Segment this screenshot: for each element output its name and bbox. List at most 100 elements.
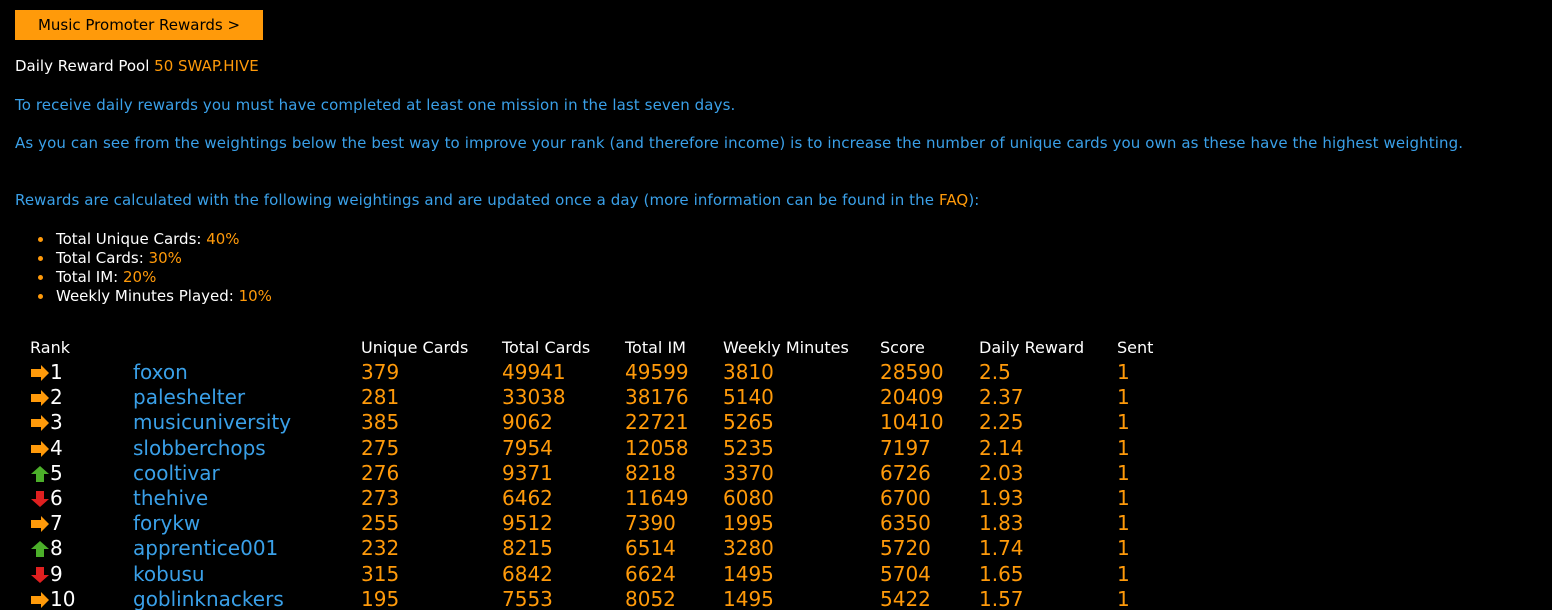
user-link[interactable]: forykw	[133, 511, 200, 536]
table-row: 8 apprentice001 232 8215 6514 3280 5720 1.74 1	[0, 536, 1552, 561]
table-row: 10 goblinknackers 195 7553 8052 1495 5422 1.57 1	[0, 587, 1552, 610]
daily-reward-value: 2.37	[979, 385, 1024, 410]
arrow-right-icon	[31, 516, 49, 533]
user-link[interactable]: musicuniversity	[133, 410, 291, 435]
weekly-minutes-value: 1495	[723, 586, 774, 610]
music-promoter-rewards-button[interactable]: Music Promoter Rewards >	[15, 10, 263, 40]
total-cards-value: 7954	[502, 435, 553, 460]
table-row: 6 thehive 273 6462 11649 6080 6700 1.93 1	[0, 486, 1552, 511]
arrow-up-icon	[31, 541, 49, 558]
score-value: 6350	[880, 511, 931, 536]
total-cards-value: 6842	[502, 561, 553, 586]
sent-value: 1	[1117, 435, 1130, 460]
header-total-im: Total IM	[625, 338, 686, 357]
user-link[interactable]: kobusu	[133, 562, 205, 587]
total-cards-value: 6462	[502, 486, 553, 510]
weighting-label: Total IM:	[56, 268, 119, 286]
score-value: 5704	[880, 561, 931, 586]
weekly-minutes-value: 5235	[723, 435, 774, 460]
unique-cards-value: 379	[361, 360, 400, 384]
weighting-total-cards: Total Cards: 30%	[36, 249, 272, 268]
daily-reward-pool: Daily Reward Pool 50 SWAP.HIVE	[15, 57, 259, 75]
total-cards-value: 8215	[502, 536, 553, 561]
info-weightings-text: Rewards are calculated with the followin…	[15, 191, 939, 209]
sent-value: 1	[1117, 460, 1130, 485]
daily-reward-value: 1.74	[979, 536, 1024, 561]
user-link[interactable]: foxon	[133, 360, 188, 385]
total-im-value: 6514	[625, 536, 676, 561]
header-daily-reward: Daily Reward	[979, 338, 1085, 357]
weighting-unique-cards: Total Unique Cards: 40%	[36, 230, 272, 249]
info-rank-advice: As you can see from the weightings below…	[15, 134, 1464, 152]
rank-value: 10	[50, 586, 76, 610]
score-value: 28590	[880, 360, 944, 384]
weightings-list: Total Unique Cards: 40% Total Cards: 30%…	[36, 230, 272, 306]
unique-cards-value: 255	[361, 511, 400, 536]
rank-value: 4	[50, 435, 63, 460]
rank-value: 3	[50, 410, 63, 435]
info-weightings-end: ):	[968, 191, 980, 209]
weekly-minutes-value: 3370	[723, 460, 774, 485]
total-cards-value: 9062	[502, 410, 553, 435]
score-value: 7197	[880, 435, 931, 460]
daily-reward-value: 2.25	[979, 410, 1024, 435]
unique-cards-value: 385	[361, 410, 400, 435]
score-value: 5720	[880, 536, 931, 561]
pool-amount: 50 SWAP.HIVE	[154, 57, 259, 75]
score-value: 10410	[880, 410, 944, 435]
total-im-value: 11649	[625, 486, 689, 510]
unique-cards-value: 276	[361, 460, 400, 485]
weekly-minutes-value: 3810	[723, 360, 774, 384]
table-row: 3 musicuniversity 385 9062 22721 5265 10410 2.2…	[0, 410, 1552, 435]
rank-value: 9	[50, 561, 63, 586]
arrow-up-icon	[31, 465, 49, 482]
table-row: 7 forykw 255 9512 7390 1995 6350 1.83 1	[0, 511, 1552, 536]
weighting-total-im: Total IM: 20%	[36, 268, 272, 287]
score-value: 5422	[880, 586, 931, 610]
total-im-value: 8052	[625, 586, 676, 610]
user-link[interactable]: slobberchops	[133, 436, 266, 461]
weekly-minutes-value: 6080	[723, 486, 774, 510]
user-link[interactable]: cooltivar	[133, 461, 220, 486]
unique-cards-value: 232	[361, 536, 400, 561]
arrow-down-icon	[31, 491, 49, 507]
rewards-page: Music Promoter Rewards > Daily Reward Po…	[0, 0, 1552, 610]
user-link[interactable]: paleshelter	[133, 385, 245, 410]
sent-value: 1	[1117, 511, 1130, 536]
user-link[interactable]: thehive	[133, 486, 208, 511]
rank-value: 8	[50, 536, 63, 561]
weekly-minutes-value: 5265	[723, 410, 774, 435]
unique-cards-value: 273	[361, 486, 400, 510]
info-weightings-intro: Rewards are calculated with the followin…	[15, 191, 979, 209]
user-link[interactable]: apprentice001	[133, 536, 278, 561]
score-value: 20409	[880, 385, 944, 410]
arrow-right-icon	[31, 415, 49, 432]
weighting-weekly-minutes: Weekly Minutes Played: 10%	[36, 287, 272, 306]
weighting-value: 30%	[148, 249, 182, 267]
weighting-label: Total Unique Cards:	[56, 230, 202, 248]
total-im-value: 12058	[625, 435, 689, 460]
weekly-minutes-value: 1495	[723, 561, 774, 586]
score-value: 6726	[880, 460, 931, 485]
daily-reward-value: 1.83	[979, 511, 1024, 536]
total-cards-value: 33038	[502, 385, 566, 410]
rank-value: 6	[50, 486, 63, 510]
arrow-right-icon	[31, 365, 49, 381]
header-score: Score	[880, 338, 925, 357]
rank-value: 7	[50, 511, 63, 536]
unique-cards-value: 195	[361, 586, 400, 610]
user-link[interactable]: goblinknackers	[133, 587, 284, 610]
arrow-right-icon	[31, 591, 49, 608]
header-sent: Sent	[1117, 338, 1154, 357]
sent-value: 1	[1117, 360, 1130, 384]
pool-label: Daily Reward Pool	[15, 57, 150, 75]
header-total-cards: Total Cards	[502, 338, 591, 357]
weighting-value: 40%	[206, 230, 240, 248]
score-value: 6700	[880, 486, 931, 510]
table-row: 9 kobusu 315 6842 6624 1495 5704 1.65 1	[0, 562, 1552, 587]
header-rank: Rank	[30, 338, 70, 357]
weighting-label: Total Cards:	[56, 249, 144, 267]
arrow-down-icon	[31, 566, 49, 583]
total-im-value: 38176	[625, 385, 689, 410]
faq-link[interactable]: FAQ	[939, 191, 968, 209]
